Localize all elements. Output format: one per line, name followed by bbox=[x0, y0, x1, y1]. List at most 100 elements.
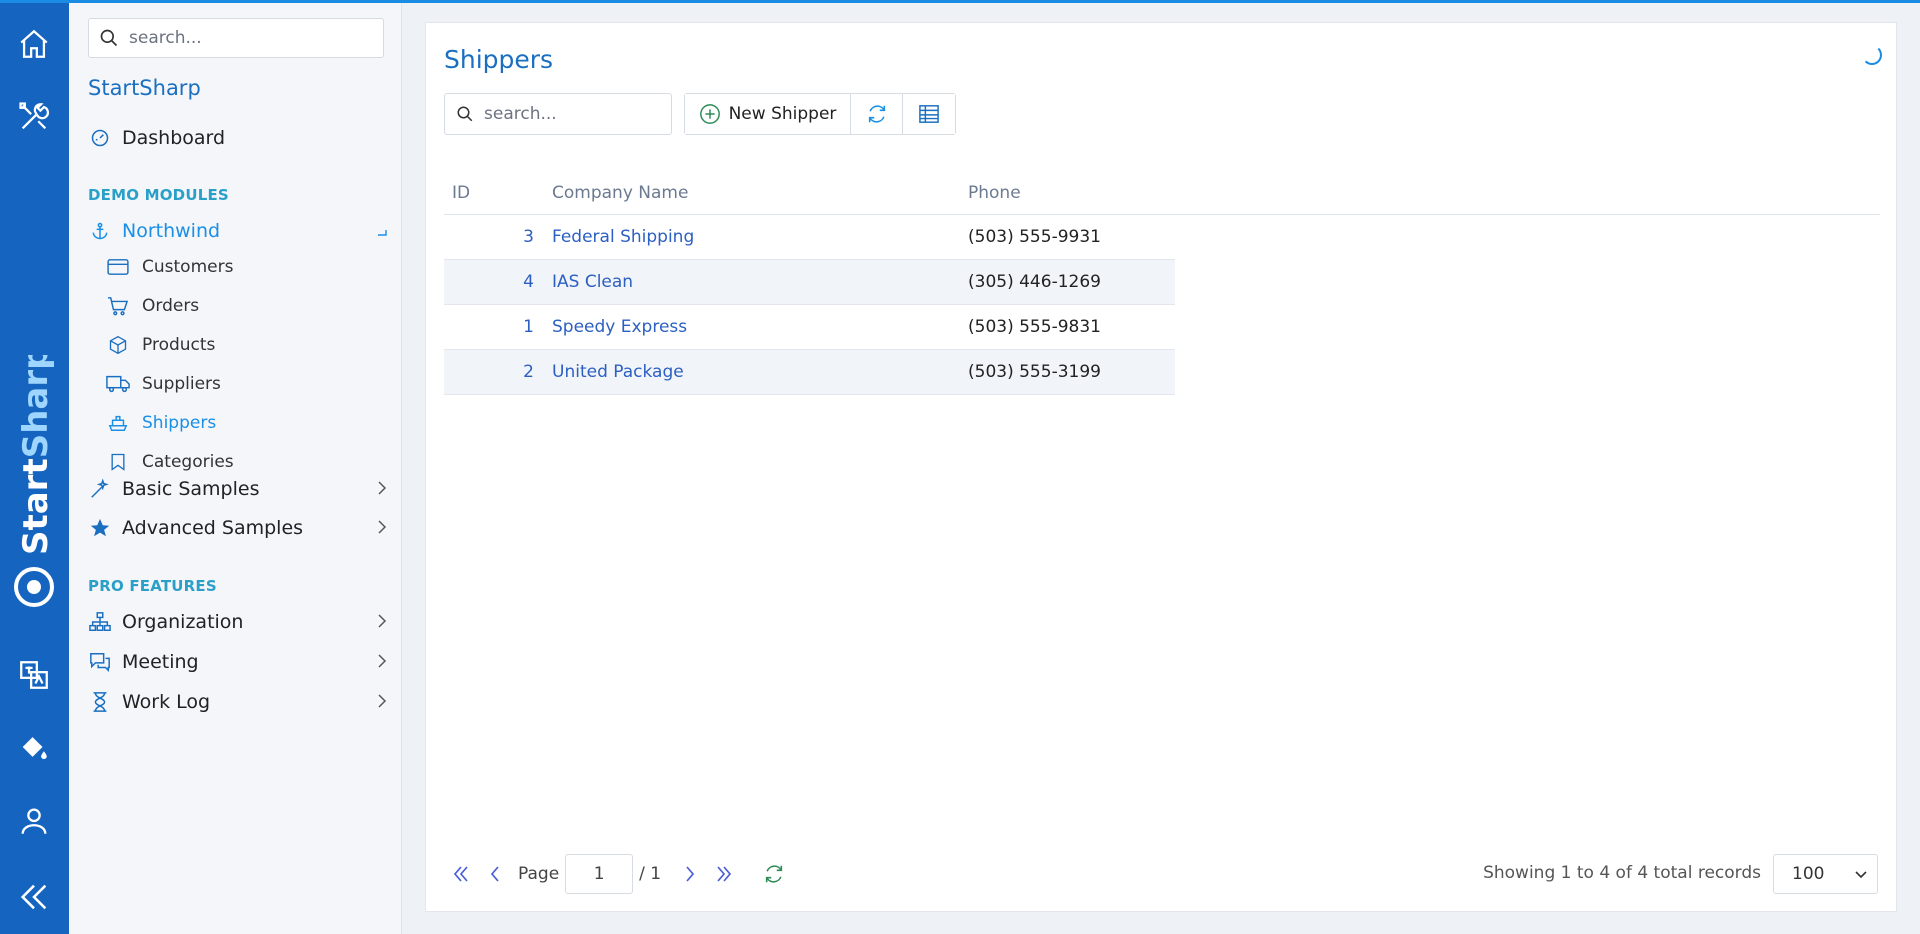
next-page-button[interactable] bbox=[673, 857, 707, 891]
prev-page-button[interactable] bbox=[478, 857, 512, 891]
page-size-select[interactable]: 100 bbox=[1773, 854, 1878, 894]
menu-northwind[interactable]: Northwind bbox=[88, 216, 388, 246]
column-header-phone[interactable]: Phone bbox=[968, 183, 1021, 203]
anchor-icon bbox=[88, 219, 112, 243]
refresh-button[interactable] bbox=[851, 94, 903, 134]
chevron-right-icon bbox=[686, 866, 695, 882]
column-header-company[interactable]: Company Name bbox=[552, 183, 688, 203]
sidebar-item-suppliers[interactable]: Suppliers bbox=[106, 370, 221, 398]
grid-header: ID Company Name Phone bbox=[444, 173, 1880, 215]
sidebar-item-shippers[interactable]: Shippers bbox=[106, 409, 216, 437]
collapse-icon[interactable] bbox=[14, 877, 54, 917]
sidebar-item-categories[interactable]: Categories bbox=[106, 448, 234, 473]
sidebar-app-title[interactable]: StartSharp bbox=[88, 76, 201, 100]
credit-card-icon bbox=[106, 256, 130, 278]
cell-company-link[interactable]: IAS Clean bbox=[552, 272, 633, 292]
sidebar-item-label: Orders bbox=[142, 296, 200, 316]
cell-phone: (503) 555-9931 bbox=[968, 227, 1101, 247]
sidebar-search[interactable] bbox=[88, 18, 384, 58]
chevrons-left-icon bbox=[453, 866, 468, 882]
menu-organization[interactable]: Organization bbox=[88, 607, 388, 637]
pager: Page / 1 bbox=[444, 853, 791, 895]
cell-company-link[interactable]: United Package bbox=[552, 362, 684, 382]
cell-phone: (305) 446-1269 bbox=[968, 272, 1101, 292]
table-row[interactable]: 2 United Package (503) 555-3199 bbox=[444, 350, 1175, 395]
last-page-button[interactable] bbox=[707, 857, 741, 891]
cart-icon bbox=[106, 295, 130, 317]
chevron-down-icon bbox=[1853, 866, 1869, 887]
plus-circle-icon bbox=[699, 103, 721, 125]
table-row[interactable]: 1 Speedy Express (503) 555-9831 bbox=[444, 305, 1175, 350]
cell-id[interactable]: 1 bbox=[444, 317, 534, 337]
hourglass-icon bbox=[88, 690, 112, 714]
column-picker-button[interactable] bbox=[903, 94, 955, 134]
cell-company-link[interactable]: Federal Shipping bbox=[552, 227, 694, 247]
menu-basic-samples[interactable]: Basic Samples bbox=[88, 474, 388, 504]
sidebar-item-customers[interactable]: Customers bbox=[106, 253, 233, 281]
loading-spinner-icon bbox=[1862, 45, 1882, 65]
table-row[interactable]: 4 IAS Clean (305) 446-1269 bbox=[444, 260, 1175, 305]
grid-search-input[interactable] bbox=[484, 104, 664, 124]
sidebar: StartSharp Dashboard DEMO MODULES Northw… bbox=[69, 3, 402, 934]
refresh-icon bbox=[868, 105, 885, 123]
shippers-panel: Shippers New Shipper ID Company Name Pho… bbox=[425, 22, 1897, 912]
tools-icon[interactable] bbox=[14, 97, 54, 137]
sidebar-search-input[interactable] bbox=[129, 28, 369, 48]
page-label: Page bbox=[518, 864, 560, 884]
menu-advanced-samples-label: Advanced Samples bbox=[122, 517, 304, 539]
cell-id[interactable]: 4 bbox=[444, 272, 534, 292]
chat-icon bbox=[88, 650, 112, 674]
cell-id[interactable]: 2 bbox=[444, 362, 534, 382]
sidebar-item-label: Customers bbox=[142, 257, 234, 277]
menu-meeting[interactable]: Meeting bbox=[88, 647, 388, 677]
menu-meeting-label: Meeting bbox=[122, 651, 199, 673]
page-number-input[interactable] bbox=[565, 854, 634, 894]
menu-dashboard-label: Dashboard bbox=[122, 127, 226, 149]
box-icon bbox=[106, 334, 130, 356]
translate-icon[interactable] bbox=[14, 655, 54, 695]
paint-bucket-icon[interactable] bbox=[14, 727, 54, 767]
startsharp-logo: StartSharp bbox=[14, 355, 56, 607]
menu-northwind-label: Northwind bbox=[122, 220, 221, 242]
search-icon bbox=[457, 106, 473, 122]
sidebar-item-orders[interactable]: Orders bbox=[106, 292, 199, 320]
icon-rail: StartSharp bbox=[0, 0, 69, 934]
chevron-right-icon bbox=[376, 517, 388, 539]
org-chart-icon bbox=[88, 610, 112, 634]
menu-work-log-label: Work Log bbox=[122, 691, 211, 713]
truck-icon bbox=[106, 373, 130, 395]
shippers-grid: ID Company Name Phone 3 Federal Shipping… bbox=[444, 173, 1880, 395]
cell-phone: (503) 555-3199 bbox=[968, 362, 1101, 382]
page-title: Shippers bbox=[444, 45, 554, 74]
records-status: Showing 1 to 4 of 4 total records bbox=[1483, 863, 1761, 883]
bookmark-icon bbox=[106, 451, 130, 473]
pager-reload-button[interactable] bbox=[757, 857, 791, 891]
northwind-submenu: Customers Orders Products Suppliers Ship… bbox=[69, 253, 402, 473]
column-header-id[interactable]: ID bbox=[452, 183, 470, 203]
speedometer-icon bbox=[88, 126, 112, 150]
menu-work-log[interactable]: Work Log bbox=[88, 687, 388, 717]
sidebar-item-label: Products bbox=[142, 335, 216, 355]
toolbar: New Shipper bbox=[684, 93, 956, 135]
grid-search[interactable] bbox=[444, 93, 672, 135]
menu-dashboard[interactable]: Dashboard bbox=[88, 123, 388, 153]
table-row[interactable]: 3 Federal Shipping (503) 555-9931 bbox=[444, 215, 1175, 260]
first-page-button[interactable] bbox=[444, 857, 478, 891]
chevron-right-icon bbox=[376, 651, 388, 673]
menu-advanced-samples[interactable]: Advanced Samples bbox=[88, 513, 388, 543]
brand-sharp: Sharp bbox=[16, 355, 56, 458]
user-icon[interactable] bbox=[14, 801, 54, 841]
cell-id[interactable]: 3 bbox=[444, 227, 534, 247]
sidebar-item-label: Shippers bbox=[142, 413, 217, 433]
sidebar-item-label: Suppliers bbox=[142, 374, 221, 394]
home-icon[interactable] bbox=[14, 24, 54, 64]
menu-basic-samples-label: Basic Samples bbox=[122, 478, 260, 500]
cell-company-link[interactable]: Speedy Express bbox=[552, 317, 687, 337]
new-shipper-button[interactable]: New Shipper bbox=[685, 94, 851, 134]
cell-phone: (503) 555-9831 bbox=[968, 317, 1101, 337]
sidebar-item-products[interactable]: Products bbox=[106, 331, 215, 359]
expanded-indicator-icon bbox=[376, 220, 388, 242]
section-demo-modules: DEMO MODULES bbox=[88, 186, 229, 204]
svg-text:StartSharp: StartSharp bbox=[16, 355, 56, 555]
menu-organization-label: Organization bbox=[122, 611, 244, 633]
